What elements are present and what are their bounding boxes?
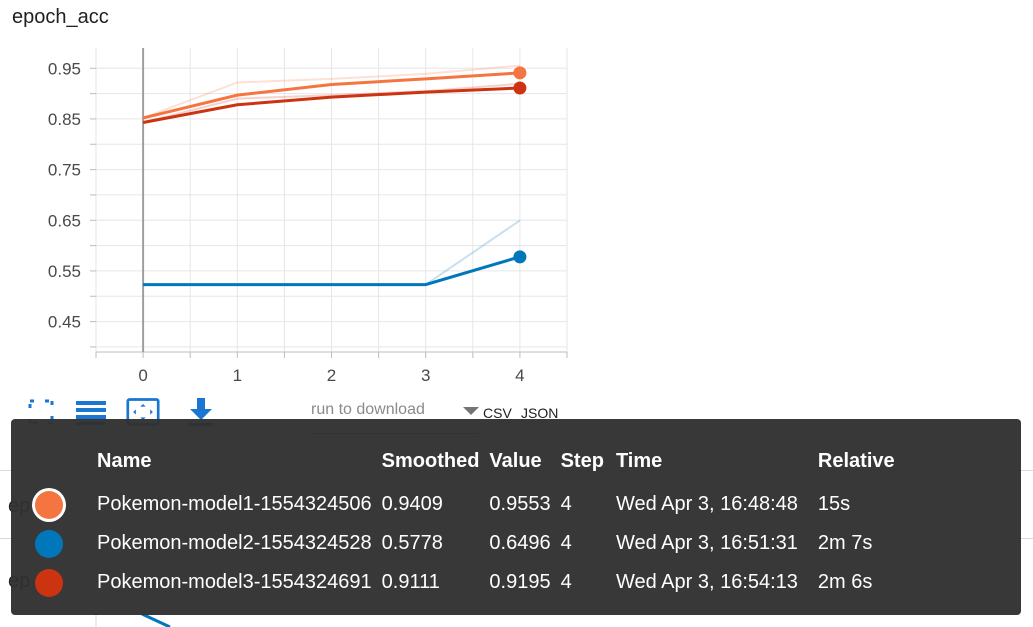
y-tick-label: 0.85: [48, 110, 81, 129]
x-tick-label: 1: [233, 366, 242, 385]
relative-value: 2m 7s: [817, 532, 873, 554]
run-name: Pokemon-model2-1554324528: [97, 532, 372, 554]
time-value: Wed Apr 3, 16:54:13: [615, 571, 798, 593]
table-row: Pokemon-model2-1554324528 0.5778 0.6496 …: [35, 524, 905, 563]
header-relative: Relative: [817, 449, 895, 472]
raw-value: 0.9195: [489, 571, 551, 593]
chevron-down-icon: [463, 407, 479, 415]
run-name: Pokemon-model1-1554324506: [97, 493, 372, 515]
relative-value: 2m 6s: [817, 571, 873, 593]
header-smoothed: Smoothed: [381, 449, 480, 472]
run-name: Pokemon-model3-1554324691: [97, 571, 372, 593]
epoch-acc-chart[interactable]: 0.45 0.55 0.65 0.75 0.85 0.95 0 1 2 3 4: [0, 40, 600, 390]
card-title: epoch_acc: [12, 6, 109, 28]
header-time: Time: [615, 449, 663, 472]
time-value: Wed Apr 3, 16:51:31: [615, 532, 798, 554]
tooltip-header-row: Name Smoothed Value Step Time Relative: [35, 447, 905, 485]
run-color-swatch: [35, 490, 63, 519]
smoothed-value: 0.5778: [381, 532, 443, 554]
step-value: 4: [560, 493, 572, 515]
relative-value: 15s: [817, 493, 851, 515]
y-tick-label: 0.65: [48, 211, 81, 230]
smoothed-value: 0.9111: [381, 571, 440, 593]
series-hover-point-2: [513, 250, 527, 264]
table-row: Pokemon-model3-1554324691 0.9111 0.9195 …: [35, 563, 905, 602]
smoothed-value: 0.9409: [381, 493, 443, 515]
x-tick-label: 0: [138, 366, 147, 385]
step-value: 4: [560, 571, 572, 593]
time-value: Wed Apr 3, 16:48:48: [615, 493, 798, 515]
run-color-swatch: [35, 529, 63, 558]
y-tick-label: 0.45: [48, 313, 81, 332]
scalar-card-stage: epoch_acc 0.45 0.55 0.65 0.75 0.85 0.95 0 1 2 3 4: [0, 0, 1033, 627]
x-tick-label: 4: [515, 366, 524, 385]
header-value: Value: [489, 449, 542, 472]
series-hover-point-3: [513, 81, 527, 95]
raw-value: 0.6496: [489, 532, 551, 554]
run-select-placeholder: run to download: [311, 401, 425, 418]
series-hover-point-1: [513, 66, 527, 80]
y-tick-label: 0.95: [48, 59, 81, 78]
x-tick-label: 2: [327, 366, 336, 385]
raw-value: 0.9553: [489, 493, 551, 515]
header-step: Step: [560, 449, 604, 472]
tooltip-table: Name Smoothed Value Step Time Relative P…: [35, 447, 905, 602]
table-row: Pokemon-model1-1554324506 0.9409 0.9553 …: [35, 485, 905, 524]
header-name: Name: [97, 449, 152, 472]
y-tick-label: 0.55: [48, 262, 81, 281]
y-tick-label: 0.75: [48, 161, 81, 180]
step-value: 4: [560, 532, 572, 554]
x-tick-label: 3: [421, 366, 430, 385]
run-color-swatch: [35, 568, 63, 597]
data-tooltip: Name Smoothed Value Step Time Relative P…: [11, 419, 1021, 615]
